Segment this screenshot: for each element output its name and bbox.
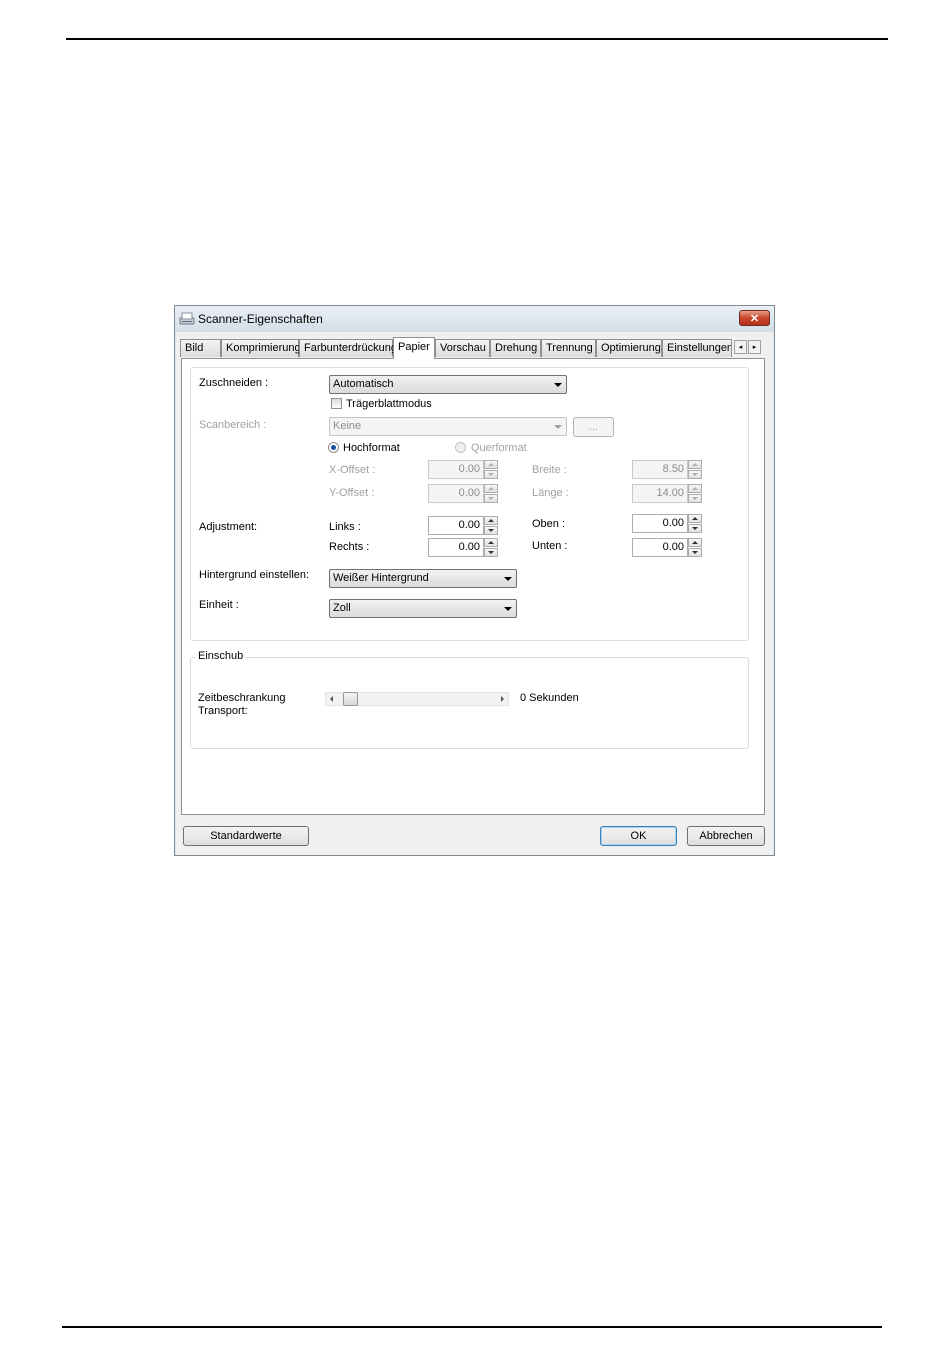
top-spinner[interactable]: 0.00: [632, 514, 702, 533]
landscape-radio[interactable]: [455, 442, 466, 453]
spin-up-icon[interactable]: [484, 460, 498, 469]
unit-select-value: Zoll: [333, 602, 351, 614]
paper-settings-group: Zuschneiden : Automatisch Trägerblattmod…: [190, 367, 749, 641]
y-offset-label: Y-Offset :: [329, 487, 375, 499]
dialog-client-area: Bild Komprimierung Farbunterdrückung Pap…: [176, 332, 773, 855]
chevron-down-icon: [504, 577, 512, 581]
tab-papier[interactable]: Papier: [393, 337, 435, 359]
page-top-rule: [66, 38, 888, 40]
portrait-radio[interactable]: [328, 442, 339, 453]
chevron-down-icon: [504, 607, 512, 611]
tab-komprimierung[interactable]: Komprimierung: [221, 339, 301, 357]
spin-down-icon[interactable]: [484, 526, 498, 535]
tab-optimierung[interactable]: Optimierung: [596, 339, 662, 357]
tab-drehung[interactable]: Drehung: [490, 339, 541, 357]
spin-down-icon[interactable]: [484, 470, 498, 479]
background-label: Hintergrund einstellen:: [199, 569, 310, 581]
slider-left-arrow-icon[interactable]: [330, 696, 333, 702]
length-label: Länge :: [532, 487, 569, 499]
x-offset-input[interactable]: 0.00: [428, 460, 484, 479]
portrait-label: Hochformat: [343, 442, 400, 454]
page-bottom-rule: [62, 1326, 882, 1328]
timeout-label-line2: Transport:: [198, 705, 248, 717]
window-title: Scanner-Eigenschaften: [198, 312, 323, 326]
unit-label: Einheit :: [199, 599, 239, 611]
tab-vorschau[interactable]: Vorschau: [435, 339, 490, 357]
spin-up-icon[interactable]: [688, 538, 702, 547]
tab-panel-papier: Zuschneiden : Automatisch Trägerblattmod…: [181, 358, 765, 815]
y-offset-input[interactable]: 0.00: [428, 484, 484, 503]
tab-scroll-left-icon[interactable]: ◂: [734, 340, 747, 354]
feed-group-title: Einschub: [195, 650, 247, 662]
spin-up-icon[interactable]: [484, 484, 498, 493]
chevron-down-icon: [554, 383, 562, 387]
right-label: Rechts :: [329, 541, 370, 553]
scan-area-browse-button[interactable]: ...: [573, 417, 614, 437]
tab-einstellungen[interactable]: Einstellungen: [662, 339, 732, 357]
right-input[interactable]: 0.00: [428, 538, 484, 557]
bottom-input[interactable]: 0.00: [632, 538, 688, 557]
spin-down-icon[interactable]: [484, 494, 498, 503]
cancel-button[interactable]: Abbrechen: [687, 826, 765, 846]
tab-strip: Bild Komprimierung Farbunterdrückung Pap…: [180, 337, 770, 359]
chevron-down-icon: [554, 425, 562, 429]
timeout-slider[interactable]: [325, 692, 509, 706]
crop-select-value: Automatisch: [333, 378, 394, 390]
y-offset-spinner[interactable]: 0.00: [428, 484, 498, 503]
spin-down-icon[interactable]: [688, 548, 702, 557]
close-icon: ✕: [749, 313, 760, 325]
background-select-value: Weißer Hintergrund: [333, 572, 429, 584]
x-offset-label: X-Offset :: [329, 464, 376, 476]
left-input[interactable]: 0.00: [428, 516, 484, 535]
spin-up-icon[interactable]: [484, 538, 498, 547]
top-label: Oben :: [532, 518, 566, 530]
carrier-sheet-checkbox[interactable]: [331, 398, 342, 409]
top-input[interactable]: 0.00: [632, 514, 688, 533]
spin-down-icon[interactable]: [484, 548, 498, 557]
timeout-value: 0 Sekunden: [520, 692, 579, 704]
carrier-sheet-label: Trägerblattmodus: [346, 398, 432, 410]
spin-down-icon[interactable]: [688, 494, 702, 503]
spin-down-icon[interactable]: [688, 470, 702, 479]
landscape-label: Querformat: [471, 442, 527, 454]
ok-button[interactable]: OK: [600, 826, 677, 846]
width-label: Breite :: [532, 464, 567, 476]
crop-label: Zuschneiden :: [199, 377, 269, 389]
right-spinner[interactable]: 0.00: [428, 538, 498, 557]
spin-down-icon[interactable]: [688, 524, 702, 533]
x-offset-spinner[interactable]: 0.00: [428, 460, 498, 479]
spin-up-icon[interactable]: [688, 514, 702, 523]
spin-up-icon[interactable]: [484, 516, 498, 525]
slider-right-arrow-icon[interactable]: [501, 696, 504, 702]
adjustment-label: Adjustment:: [199, 521, 258, 533]
scan-area-select[interactable]: Keine: [329, 417, 567, 436]
length-input[interactable]: 14.00: [632, 484, 688, 503]
close-button[interactable]: ✕: [739, 310, 770, 326]
left-label: Links :: [329, 521, 361, 533]
defaults-button[interactable]: Standardwerte: [183, 826, 309, 846]
bottom-label: Unten :: [532, 540, 568, 552]
scan-area-label: Scanbereich :: [199, 419, 267, 431]
spin-up-icon[interactable]: [688, 484, 702, 493]
title-bar[interactable]: Scanner-Eigenschaften ✕: [175, 306, 774, 332]
unit-select[interactable]: Zoll: [329, 599, 517, 618]
length-spinner[interactable]: 14.00: [632, 484, 702, 503]
left-spinner[interactable]: 0.00: [428, 516, 498, 535]
scanner-properties-dialog: Scanner-Eigenschaften ✕ Bild Komprimieru…: [174, 305, 775, 856]
tab-scroll-right-icon[interactable]: ▸: [748, 340, 761, 354]
scan-area-select-value: Keine: [333, 420, 362, 432]
tab-bild[interactable]: Bild: [180, 339, 221, 357]
width-spinner[interactable]: 8.50: [632, 460, 702, 479]
timeout-label-line1: Zeitbeschrankung: [198, 692, 286, 704]
crop-select[interactable]: Automatisch: [329, 375, 567, 394]
width-input[interactable]: 8.50: [632, 460, 688, 479]
slider-thumb[interactable]: [343, 692, 358, 706]
scanner-icon: [179, 312, 195, 325]
background-select[interactable]: Weißer Hintergrund: [329, 569, 517, 588]
spin-up-icon[interactable]: [688, 460, 702, 469]
bottom-spinner[interactable]: 0.00: [632, 538, 702, 557]
tab-farbunterdrueckung[interactable]: Farbunterdrückung: [299, 339, 397, 357]
tab-trennung[interactable]: Trennung: [541, 339, 596, 357]
